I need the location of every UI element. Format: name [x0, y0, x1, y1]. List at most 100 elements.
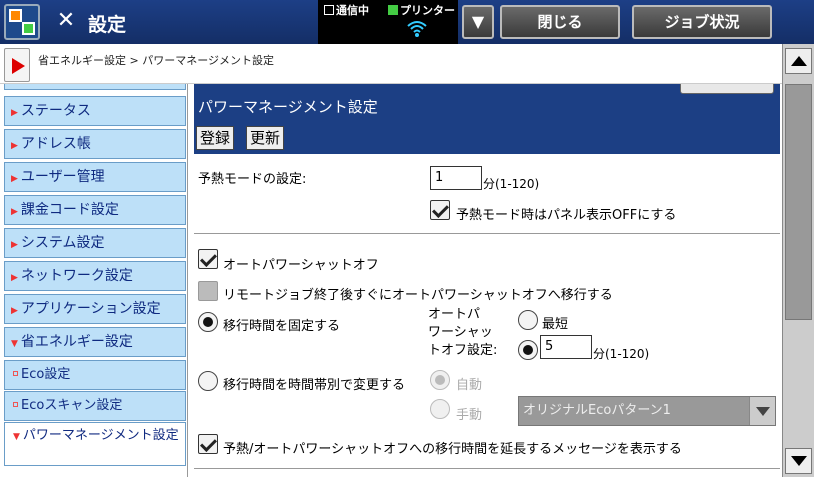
- scroll-up-button[interactable]: [785, 48, 812, 74]
- wifi-icon: [406, 18, 428, 38]
- job-status-button[interactable]: ジョブ状況: [632, 5, 772, 39]
- sidebar-item-label: Ecoスキャン設定: [21, 398, 123, 413]
- auto-power-off-checkbox[interactable]: [198, 249, 218, 269]
- play-arrow-icon: [12, 58, 25, 74]
- preheat-panel-off-label: 予熱モード時はパネル表示OFFにする: [456, 208, 677, 223]
- breadcrumb: 省エネルギー設定 > パワーマネージメント設定: [38, 54, 274, 67]
- sidebar-item-label: アプリケーション設定: [20, 301, 161, 317]
- status-printer-label: プリンター: [400, 4, 455, 17]
- chevron-right-icon: ▶: [11, 108, 18, 118]
- close-button[interactable]: 閉じる: [500, 5, 620, 39]
- app-title: 設定: [88, 14, 127, 36]
- preheat-unit: 分(1-120): [483, 177, 540, 191]
- eco-pattern-value: オリジナルEcoパターン1: [523, 403, 671, 418]
- preheat-label: 予熱モードの設定:: [198, 172, 307, 187]
- status-dropdown-button[interactable]: ▼: [462, 5, 494, 39]
- remote-job-checkbox[interactable]: [198, 281, 218, 301]
- scroll-down-button[interactable]: [785, 448, 812, 474]
- sidebar-item-energy-saving[interactable]: ▼ 省エネルギー設定: [4, 327, 186, 357]
- sidebar-item-network-settings[interactable]: ▶ ネットワーク設定: [4, 261, 186, 291]
- manual-label: 手動: [456, 408, 483, 423]
- auto-power-off-label: オートパワーシャットオフ: [223, 258, 379, 273]
- printer-status-icon: [388, 5, 398, 15]
- chevron-right-icon: ▶: [11, 240, 18, 250]
- chevron-right-icon: ▶: [11, 273, 18, 283]
- top-bar: ✕ 設定 通信中 プリンター ▼ 閉じる ジョブ状況: [0, 0, 814, 44]
- action-bar: 登録 更新: [194, 122, 780, 154]
- extend-message-label: 予熱/オートパワーシャットオフへの移行時間を延長するメッセージを表示する: [223, 442, 682, 457]
- divider: [194, 468, 780, 469]
- chevron-right-icon: ▶: [11, 174, 18, 184]
- eco-pattern-select[interactable]: オリジナルEcoパターン1: [518, 396, 776, 426]
- sidebar-item-billing-code[interactable]: ▶ 課金コード設定: [4, 195, 186, 225]
- chevron-right-icon: ▶: [11, 207, 18, 217]
- sidebar-item-hidden[interactable]: [4, 84, 186, 90]
- sidebar-item-label: システム設定: [20, 235, 105, 251]
- sidebar-item-label: 課金コード設定: [20, 202, 119, 218]
- auto-label: 自動: [456, 378, 483, 393]
- sidebar-item-application-settings[interactable]: ▶ アプリケーション設定: [4, 294, 186, 324]
- status-communication: 通信中: [324, 2, 369, 18]
- apso-unit: 分(1-120): [593, 347, 650, 361]
- save-button[interactable]: 登録: [196, 126, 235, 150]
- bullet-icon: [13, 371, 18, 376]
- scrollbar[interactable]: [782, 44, 814, 477]
- status-area: 通信中 プリンター: [318, 0, 458, 44]
- status-comm-label: 通信中: [336, 4, 369, 17]
- chevron-right-icon: ▶: [11, 141, 18, 151]
- shortest-radio[interactable]: [518, 310, 538, 330]
- scrollbar-thumb[interactable]: [785, 84, 812, 320]
- tools-icon: ✕: [56, 8, 76, 33]
- sidebar-item-power-management[interactable]: ▼ パワーマネージメント設定: [4, 422, 186, 466]
- apso-setting-label-line: オートパ: [428, 307, 481, 322]
- time-zone-radio[interactable]: [198, 371, 218, 391]
- apso-setting-label-line: ワーシャッ: [428, 325, 493, 340]
- sidebar-item-address-book[interactable]: ▶ アドレス帳: [4, 129, 186, 159]
- divider: [194, 233, 780, 234]
- sidebar-item-eco-scan[interactable]: Ecoスキャン設定: [4, 391, 186, 421]
- apso-setting-label: オートパ ワーシャッ トオフ設定:: [428, 306, 497, 360]
- logout-button[interactable]: [680, 84, 774, 94]
- home-icon-part: [22, 22, 35, 35]
- fixed-time-label: 移行時間を固定する: [223, 319, 341, 334]
- manual-radio[interactable]: [430, 399, 450, 419]
- sidebar-item-label: ネットワーク設定: [20, 268, 133, 284]
- breadcrumb-bar: 省エネルギー設定 > パワーマネージメント設定: [0, 44, 814, 84]
- apso-minutes-input[interactable]: 5: [540, 335, 592, 359]
- custom-minutes-radio[interactable]: [518, 340, 538, 360]
- page-title: パワーマネージメント設定: [198, 98, 378, 116]
- sidebar: ▶ ステータス ▶ アドレス帳 ▶ ユーザー管理 ▶ 課金コード設定 ▶ システム設定 ▶…: [0, 84, 188, 477]
- sidebar-item-status[interactable]: ▶ ステータス: [4, 96, 186, 126]
- sidebar-item-label: ステータス: [20, 103, 91, 119]
- sidebar-item-label: 省エネルギー設定: [20, 334, 133, 350]
- main-content: パワーマネージメント設定 登録 更新 予熱モードの設定: 1 分(1-120) …: [188, 84, 782, 477]
- page-header: パワーマネージメント設定: [194, 84, 780, 122]
- chevron-down-icon: ▼: [11, 339, 18, 349]
- sidebar-item-user-management[interactable]: ▶ ユーザー管理: [4, 162, 186, 192]
- breadcrumb-toggle-button[interactable]: [4, 48, 30, 82]
- sidebar-item-label: アドレス帳: [20, 136, 91, 152]
- auto-radio[interactable]: [430, 370, 450, 390]
- sidebar-item-eco[interactable]: Eco設定: [4, 360, 186, 390]
- remote-job-label: リモートジョブ終了後すぐにオートパワーシャットオフへ移行する: [223, 288, 613, 303]
- extend-message-checkbox[interactable]: [198, 434, 218, 454]
- status-printer: プリンター: [388, 2, 455, 18]
- status-checkbox-icon: [324, 5, 334, 15]
- sidebar-item-label: ユーザー管理: [20, 169, 105, 185]
- time-zone-label: 移行時間を時間帯別で変更する: [223, 378, 406, 393]
- bullet-icon: [13, 402, 18, 407]
- preheat-panel-off-checkbox[interactable]: [430, 200, 450, 220]
- sidebar-item-label: パワーマネージメント設定: [22, 428, 179, 443]
- home-button[interactable]: [4, 4, 40, 40]
- preheat-minutes-input[interactable]: 1: [430, 166, 482, 190]
- sidebar-item-system-settings[interactable]: ▶ システム設定: [4, 228, 186, 258]
- fixed-time-radio[interactable]: [198, 312, 218, 332]
- chevron-right-icon: ▶: [11, 306, 18, 316]
- refresh-button[interactable]: 更新: [246, 126, 285, 150]
- sidebar-item-label: Eco設定: [21, 367, 71, 382]
- shortest-label: 最短: [542, 317, 569, 332]
- home-icon: [9, 9, 22, 22]
- apso-setting-label-line: トオフ設定:: [428, 343, 498, 358]
- chevron-down-icon: [749, 397, 775, 425]
- chevron-down-icon: ▼: [13, 432, 20, 442]
